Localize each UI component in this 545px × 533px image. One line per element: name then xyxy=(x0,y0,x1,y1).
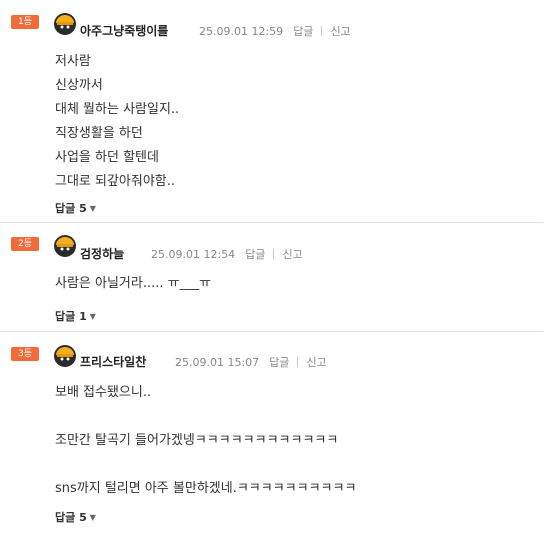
comment-line: 대체 뭘하는 사람일지.. xyxy=(55,102,180,117)
reply-link[interactable]: 답글 xyxy=(245,248,265,261)
avatar-icon[interactable] xyxy=(53,344,77,368)
comment-item: 2등 검정하늘 25.09.01 12:54 답글 신고 사람은 아닐거라.....… xyxy=(0,222,545,331)
author-nickname[interactable]: 검정하늘 xyxy=(80,245,124,262)
divider xyxy=(321,26,323,36)
comment-line xyxy=(55,453,356,477)
divider xyxy=(273,249,275,259)
rank-badge: 2등 xyxy=(11,237,39,251)
replies-toggle[interactable]: 답글 1 ▼ xyxy=(55,308,96,324)
replies-count-label: 답글 5 xyxy=(55,202,87,215)
comment-line: 사업을 하던 할텐데 xyxy=(55,150,159,165)
report-link[interactable]: 신고 xyxy=(306,356,326,369)
avatar-icon[interactable] xyxy=(53,234,77,258)
comment-line: 그대로 되갚아줘야함.. xyxy=(55,174,176,189)
comment-body: 보배 접수됐으니.. 조만간 탈곡기 들어가겠넹ㅋㅋㅋㅋㅋㅋㅋㅋㅋㅋㅋㅋ sns… xyxy=(55,381,356,501)
caret-down-icon: ▼ xyxy=(89,513,96,522)
comment-line: 조만간 탈곡기 들어가겠넹ㅋㅋㅋㅋㅋㅋㅋㅋㅋㅋㅋㅋ xyxy=(55,433,339,448)
replies-count-label: 답글 1 xyxy=(55,310,87,323)
comment-line: sns까지 털리면 아주 볼만하겠네.ㅋㅋㅋㅋㅋㅋㅋㅋㅋㅋ xyxy=(55,481,357,496)
comment-line: 신상까서 xyxy=(55,78,103,93)
caret-down-icon: ▼ xyxy=(89,312,96,321)
comment-meta: 25.09.01 15:07 답글 신고 xyxy=(175,354,327,370)
comment-line: 사람은 아닐거라..... ㅠ___ㅠ xyxy=(55,276,212,291)
rank-badge: 1등 xyxy=(11,15,39,29)
comment-date: 25.09.01 12:59 xyxy=(199,25,284,38)
comment-body: 저사람 신상까서 대체 뭘하는 사람일지.. 직장생활을 하던 사업을 하던 할… xyxy=(55,50,179,194)
author-nickname[interactable]: 프리스타일찬 xyxy=(80,353,146,370)
comment-line: 직장생활을 하던 xyxy=(55,126,143,141)
comment-line: 보배 접수됐으니.. xyxy=(55,385,152,400)
caret-down-icon: ▼ xyxy=(89,204,96,213)
comment-meta: 25.09.01 12:59 답글 신고 xyxy=(199,23,351,39)
replies-count-label: 답글 5 xyxy=(55,511,87,524)
comment-line xyxy=(55,405,356,429)
comment-date: 25.09.01 15:07 xyxy=(175,356,260,369)
comment-body: 사람은 아닐거라..... ㅠ___ㅠ xyxy=(55,272,211,296)
comment-item: 1등 아주그냥죽탱이를 25.09.01 12:59 답글 신고 저사람 신상까서 … xyxy=(0,0,545,222)
comment-line: 저사람 xyxy=(55,54,91,69)
report-link[interactable]: 신고 xyxy=(282,248,302,261)
replies-toggle[interactable]: 답글 5 ▼ xyxy=(55,509,96,525)
comment-date: 25.09.01 12:54 xyxy=(151,248,236,261)
author-nickname[interactable]: 아주그냥죽탱이를 xyxy=(80,22,168,39)
comment-item: 3등 프리스타일찬 25.09.01 15:07 답글 신고 보배 접수됐으니.. … xyxy=(0,331,545,533)
reply-link[interactable]: 답글 xyxy=(293,25,313,38)
divider xyxy=(297,357,299,367)
report-link[interactable]: 신고 xyxy=(330,25,350,38)
comment-meta: 25.09.01 12:54 답글 신고 xyxy=(151,246,303,262)
avatar-icon[interactable] xyxy=(53,12,77,36)
replies-toggle[interactable]: 답글 5 ▼ xyxy=(55,200,96,216)
reply-link[interactable]: 답글 xyxy=(269,356,289,369)
rank-badge: 3등 xyxy=(11,347,39,361)
